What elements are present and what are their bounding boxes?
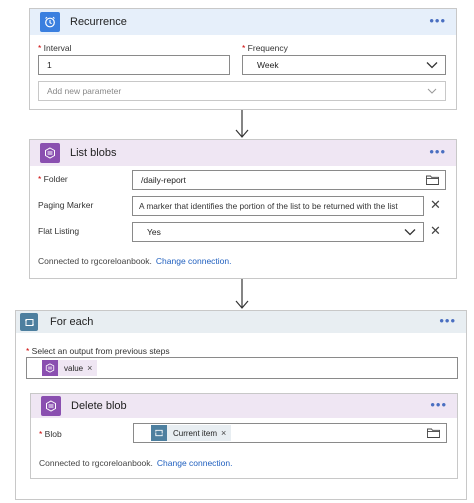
folder-icon[interactable] <box>426 175 439 185</box>
alarm-clock-icon <box>40 12 60 32</box>
value-token-label: value <box>64 363 84 373</box>
delete-blob-title: Delete blob <box>71 400 127 412</box>
arrow-down-icon <box>235 110 249 138</box>
for-each-card: For each ••• * Select an output from pre… <box>15 310 467 500</box>
chevron-down-icon <box>427 88 437 94</box>
for-each-header[interactable]: For each ••• <box>16 311 466 333</box>
current-item-token[interactable]: Current item × <box>151 425 232 441</box>
delete-blob-header[interactable]: Delete blob ••• <box>31 394 457 418</box>
loop-icon <box>20 313 38 331</box>
recurrence-card: Recurrence ••• * Interval 1 * Frequency … <box>29 8 457 110</box>
storage-blob-icon <box>40 143 60 163</box>
frequency-label: * Frequency <box>242 43 288 53</box>
list-blobs-more-button[interactable]: ••• <box>429 144 446 159</box>
chevron-down-icon <box>404 229 416 236</box>
connection-info: Connected to rgcoreloanbook. Change conne… <box>39 458 233 468</box>
connection-text: Connected to rgcoreloanbook. <box>39 458 153 468</box>
interval-input[interactable]: 1 <box>38 55 230 75</box>
clear-flat-listing-button[interactable]: ✕ <box>430 223 441 239</box>
folder-input[interactable]: /daily-report <box>132 170 446 190</box>
list-blobs-header[interactable]: List blobs ••• <box>30 140 456 166</box>
recurrence-title: Recurrence <box>70 16 127 28</box>
loop-icon <box>151 425 167 441</box>
storage-blob-icon <box>42 360 58 376</box>
folder-label: * Folder <box>38 174 68 184</box>
for-each-title: For each <box>50 316 94 328</box>
delete-blob-card: Delete blob ••• * Blob Current item × Co… <box>30 393 458 479</box>
current-item-token-label: Current item <box>173 428 218 438</box>
select-output-label: * Select an output from previous steps <box>26 346 170 356</box>
paging-marker-label: Paging Marker <box>38 200 94 210</box>
chevron-down-icon <box>426 62 438 69</box>
connection-info: Connected to rgcoreloanbook. Change conne… <box>38 256 232 266</box>
flat-listing-select[interactable]: Yes <box>132 222 424 242</box>
blob-label: * Blob <box>39 429 62 439</box>
list-blobs-card: List blobs ••• * Folder /daily-report Pa… <box>29 139 457 279</box>
value-token[interactable]: value × <box>42 360 98 376</box>
remove-current-item-token-button[interactable]: × <box>221 428 231 438</box>
paging-marker-input[interactable]: A marker that identifies the portion of … <box>132 196 424 216</box>
frequency-select[interactable]: Week <box>242 55 446 75</box>
remove-value-token-button[interactable]: × <box>87 363 97 373</box>
for-each-more-button[interactable]: ••• <box>439 313 456 328</box>
change-connection-link[interactable]: Change connection. <box>157 458 233 468</box>
recurrence-more-button[interactable]: ••• <box>429 13 446 28</box>
list-blobs-title: List blobs <box>70 147 117 159</box>
folder-icon[interactable] <box>427 428 440 438</box>
delete-blob-more-button[interactable]: ••• <box>430 397 447 412</box>
add-parameter-dropdown[interactable]: Add new parameter <box>38 81 446 101</box>
interval-label: * Interval <box>38 43 72 53</box>
connection-text: Connected to rgcoreloanbook. <box>38 256 152 266</box>
arrow-down-icon <box>235 279 249 309</box>
recurrence-header[interactable]: Recurrence ••• <box>30 9 456 35</box>
change-connection-link[interactable]: Change connection. <box>156 256 232 266</box>
flat-listing-label: Flat Listing <box>38 226 80 236</box>
clear-paging-marker-button[interactable]: ✕ <box>430 197 441 213</box>
storage-blob-icon <box>41 396 61 416</box>
